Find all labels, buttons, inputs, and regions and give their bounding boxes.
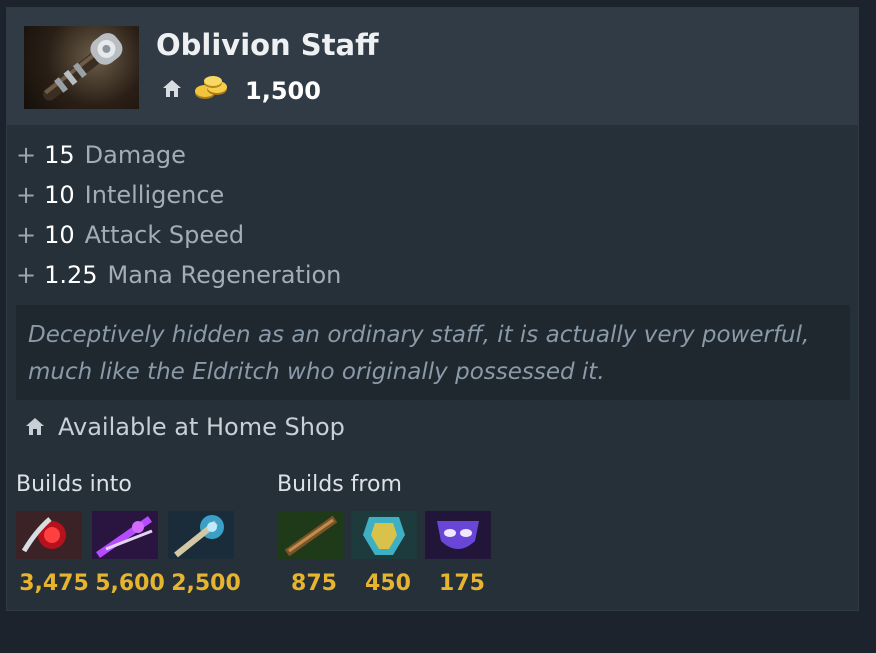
lore-text: Deceptively hidden as an ordinary staff,… xyxy=(16,305,850,400)
stat-value: 10 xyxy=(44,221,75,249)
builds-from-label: Builds from xyxy=(277,472,402,497)
builds-into-icons xyxy=(16,511,244,559)
builds-into-item-icon[interactable] xyxy=(92,511,158,559)
item-image xyxy=(24,26,139,109)
builds-from-item-icon[interactable] xyxy=(425,511,491,559)
builds-from-icons xyxy=(277,511,501,559)
builds-from-price: 175 xyxy=(439,571,485,596)
builds-from-item-icon[interactable] xyxy=(351,511,417,559)
gold-coins-icon xyxy=(193,76,231,106)
stat-plus: + xyxy=(16,141,37,169)
stat-value: 10 xyxy=(44,181,75,209)
item-cost-row: 1,500 xyxy=(161,76,321,106)
item-name: Oblivion Staff xyxy=(156,28,379,62)
stat-line: + 10 Attack Speed xyxy=(16,215,341,255)
home-shop-icon xyxy=(26,418,44,435)
stat-line: + 1.25 Mana Regeneration xyxy=(16,255,341,295)
shop-availability: Available at Home Shop xyxy=(24,413,345,441)
builds-into-item-icon[interactable] xyxy=(16,511,82,559)
stat-line: + 15 Damage xyxy=(16,135,341,175)
tooltip-header: Oblivion Staff 1,500 xyxy=(7,8,858,125)
builds-from-price: 450 xyxy=(365,571,411,596)
builds-from-item-icon[interactable] xyxy=(277,511,343,559)
builds-into-price: 2,500 xyxy=(171,571,241,596)
stat-value: 1.25 xyxy=(44,261,98,289)
item-tooltip: Oblivion Staff 1,500 + 15 Damage + 10 In… xyxy=(6,7,859,611)
builds-into-item-icon[interactable] xyxy=(168,511,234,559)
stat-line: + 10 Intelligence xyxy=(16,175,341,215)
builds-into-price: 3,475 xyxy=(19,571,89,596)
stats-list: + 15 Damage + 10 Intelligence + 10 Attac… xyxy=(16,135,341,295)
stat-plus: + xyxy=(16,221,37,249)
stat-plus: + xyxy=(16,181,37,209)
builds-into-prices: 3,475 5,600 2,500 xyxy=(16,571,244,596)
item-cost: 1,500 xyxy=(245,77,321,105)
shop-label: Available at Home Shop xyxy=(58,413,345,441)
home-shop-icon xyxy=(161,78,183,104)
stat-name: Mana Regeneration xyxy=(107,261,342,289)
stat-name: Intelligence xyxy=(84,181,225,209)
stat-value: 15 xyxy=(44,141,75,169)
stat-name: Damage xyxy=(84,141,186,169)
builds-into-price: 5,600 xyxy=(95,571,165,596)
builds-from-prices: 875 450 175 xyxy=(277,571,499,596)
stat-plus: + xyxy=(16,261,37,289)
builds-from-price: 875 xyxy=(291,571,337,596)
stat-name: Attack Speed xyxy=(84,221,245,249)
builds-into-label: Builds into xyxy=(16,472,132,497)
